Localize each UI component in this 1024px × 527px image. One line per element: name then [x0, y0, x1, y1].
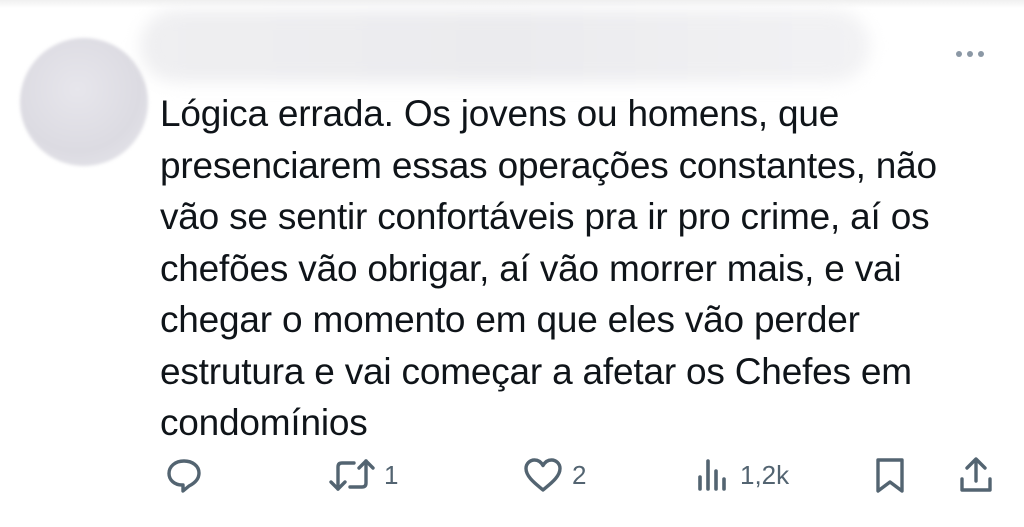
heart-icon — [524, 458, 562, 492]
views-icon — [698, 459, 726, 491]
reply-icon — [167, 459, 201, 493]
tweet-text: Lógica errada. Os jovens ou homens, que … — [160, 93, 937, 443]
bookmark-icon — [876, 458, 904, 493]
share-button[interactable] — [956, 450, 996, 500]
tweet-action-bar: 1 2 1,2k — [0, 450, 1024, 500]
top-divider — [0, 0, 1024, 8]
retweet-icon — [329, 459, 375, 491]
like-count: 2 — [572, 459, 587, 490]
views-button[interactable]: 1,2k — [692, 450, 789, 500]
blurred-user-header — [140, 10, 870, 82]
more-dot-icon — [956, 51, 962, 57]
avatar[interactable] — [20, 38, 148, 166]
more-dot-icon — [978, 51, 984, 57]
more-dot-icon — [967, 51, 973, 57]
views-count: 1,2k — [740, 459, 790, 490]
like-button[interactable]: 2 — [522, 450, 586, 500]
retweet-count: 1 — [384, 459, 399, 490]
more-options-button[interactable] — [950, 44, 990, 64]
bookmark-button[interactable] — [872, 450, 908, 500]
retweet-button[interactable]: 1 — [328, 450, 398, 500]
reply-button[interactable] — [164, 450, 204, 500]
share-icon — [960, 457, 992, 492]
